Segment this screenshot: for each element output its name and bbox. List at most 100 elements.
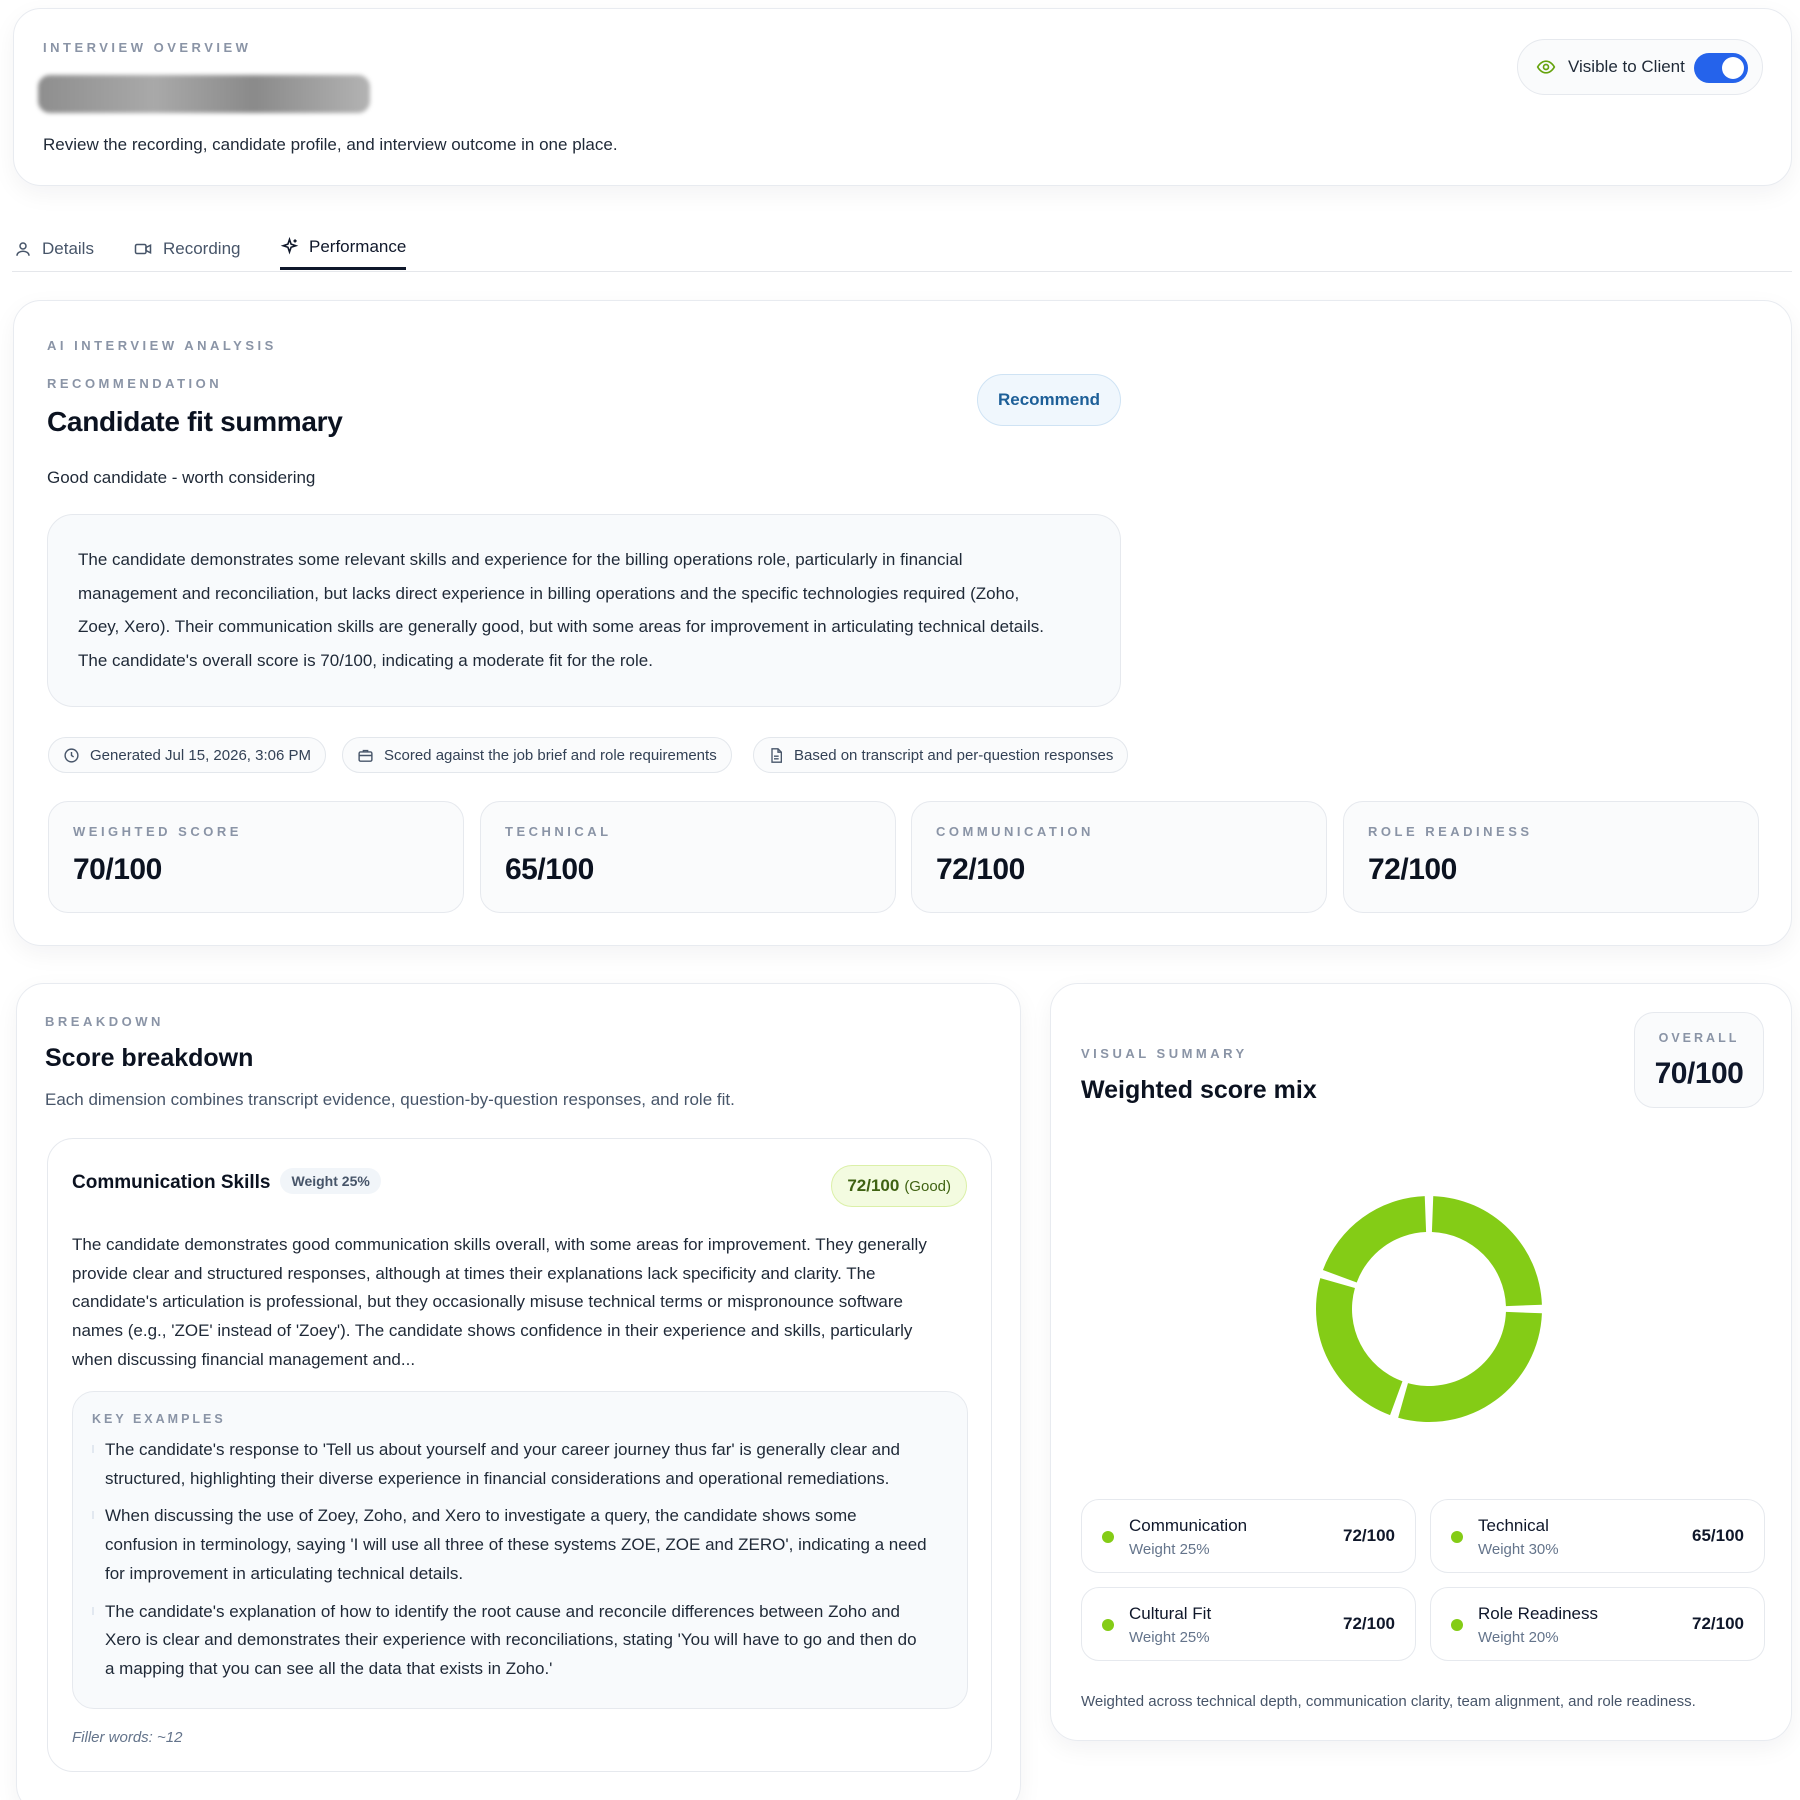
generated-chip: Generated Jul 15, 2026, 3:06 PM	[48, 737, 326, 773]
summary-line: Zoey, Xero). Their communication skills …	[78, 617, 1044, 636]
legend-score: 65/100	[1692, 1526, 1744, 1545]
summary-line: The candidate demonstrates some relevant…	[78, 550, 963, 569]
recommend-badge: Recommend	[977, 374, 1121, 426]
overall-value: 70/100	[1654, 1057, 1744, 1090]
legend-item-technical: Technical Weight 30% 65/100	[1430, 1499, 1765, 1573]
legend-item-communication: Communication Weight 25% 72/100	[1081, 1499, 1416, 1573]
visual-summary-eyebrow: VISUAL SUMMARY	[1081, 1046, 1248, 1061]
donut-slice-technical	[1398, 1311, 1542, 1422]
candidate-fit-title: Candidate fit summary	[47, 406, 343, 437]
role-readiness-score-value: 72/100	[1368, 853, 1457, 886]
role-readiness-score-label: ROLE READINESS	[1368, 824, 1533, 839]
overview-subtitle: Review the recording, candidate profile,…	[43, 135, 618, 154]
example-line: The candidate's response to 'Tell us abo…	[105, 1440, 901, 1459]
score-breakdown-title: Score breakdown	[45, 1044, 254, 1072]
communication-score-value: 72/100	[936, 853, 1025, 886]
scored-against-chip-label: Scored against the job brief and role re…	[384, 746, 717, 764]
tab-recording[interactable]: Recording	[133, 226, 241, 272]
generated-chip-label: Generated Jul 15, 2026, 3:06 PM	[90, 746, 311, 764]
dimension-text-line: The candidate demonstrates good communic…	[72, 1235, 927, 1254]
tab-bar: Details Recording Performance	[12, 226, 1792, 272]
tab-details-label: Details	[42, 239, 94, 258]
legend-dot	[1102, 1619, 1114, 1631]
example-line: a mapping that you can see all the data …	[105, 1658, 553, 1678]
example-line: structured, highlighting their diverse e…	[105, 1468, 890, 1488]
summary-box: The candidate demonstrates some relevant…	[47, 514, 1121, 707]
key-examples-box: KEY EXAMPLES The candidate's response to…	[72, 1391, 968, 1709]
dimension-score: 72/100	[847, 1176, 900, 1195]
legend-score: 72/100	[1692, 1614, 1744, 1633]
legend-item-role-readiness: Role Readiness Weight 20% 72/100	[1430, 1587, 1765, 1661]
legend-weight: Weight 25%	[1129, 1629, 1210, 1646]
tab-performance[interactable]: Performance	[280, 226, 407, 270]
visible-to-client-label: Visible to Client	[1568, 57, 1685, 76]
weighted-score-tile: WEIGHTED SCORE 70/100	[48, 801, 464, 913]
briefcase-icon	[358, 749, 373, 762]
user-icon	[16, 242, 30, 256]
dimension-text-line: provide clear and structured responses, …	[72, 1263, 876, 1283]
summary-line: management and reconciliation, but lacks…	[78, 583, 1020, 603]
based-on-chip-label: Based on transcript and per-question res…	[794, 746, 1114, 764]
recommendation-eyebrow: RECOMMENDATION	[47, 376, 223, 391]
technical-score-label: TECHNICAL	[505, 824, 612, 839]
tab-details[interactable]: Details	[14, 226, 94, 272]
tab-recording-label: Recording	[163, 239, 241, 258]
candidate-name-redacted	[38, 75, 370, 113]
key-examples-eyebrow: KEY EXAMPLES	[92, 1412, 226, 1426]
example-item: When discussing the use of Zoey, Zoho, a…	[92, 1502, 947, 1588]
dimension-description: The candidate demonstrates good communic…	[72, 1231, 962, 1375]
example-line: When discussing the use of Zoey, Zoho, a…	[105, 1506, 857, 1526]
dimension-score-badge: 72/100 (Good)	[831, 1165, 967, 1207]
dimension-text-line: when discussing financial management and…	[72, 1349, 416, 1369]
role-readiness-score-tile: ROLE READINESS 72/100	[1343, 801, 1759, 913]
legend-weight: Weight 20%	[1478, 1629, 1559, 1646]
legend-name: Technical	[1478, 1516, 1549, 1535]
legend-weight: Weight 25%	[1129, 1541, 1210, 1558]
visual-summary-footnote: Weighted across technical depth, communi…	[1081, 1693, 1696, 1710]
overall-score-box: OVERALL 70/100	[1634, 1012, 1764, 1108]
interview-overview-card: INTERVIEW OVERVIEW Review the recording,…	[13, 8, 1792, 186]
legend-score: 72/100	[1343, 1526, 1395, 1545]
technical-score-value: 65/100	[505, 853, 594, 886]
candidate-verdict: Good candidate - worth considering	[47, 468, 316, 487]
legend-score: 72/100	[1343, 1614, 1395, 1633]
technical-score-tile: TECHNICAL 65/100	[480, 801, 896, 913]
score-breakdown-card: BREAKDOWN Score breakdown Each dimension…	[16, 983, 1021, 1800]
communication-score-label: COMMUNICATION	[936, 824, 1094, 839]
breakdown-eyebrow: BREAKDOWN	[45, 1014, 164, 1029]
dimension-card-communication: Communication Skills Weight 25% 72/100 (Go…	[47, 1138, 992, 1772]
dimension-text-line: names (e.g., 'ZOE' instead of 'Zoey'). T…	[72, 1321, 913, 1341]
ai-analysis-card: AI INTERVIEW ANALYSIS RECOMMENDATION Can…	[13, 300, 1792, 946]
weighted-score-value: 70/100	[73, 853, 162, 886]
legend-dot	[1451, 1619, 1463, 1631]
visible-to-client-toggle[interactable]	[1694, 53, 1748, 83]
document-icon	[771, 747, 782, 763]
sparkles-icon	[280, 237, 299, 255]
visual-summary-card: VISUAL SUMMARY Weighted score mix OVERAL…	[1050, 983, 1792, 1741]
example-line: for improvement in articulating technica…	[105, 1563, 464, 1583]
dimension-name: Communication Skills	[72, 1172, 271, 1193]
legend-name: Communication	[1129, 1516, 1248, 1535]
overview-eyebrow: INTERVIEW OVERVIEW	[43, 40, 252, 55]
example-line: Xero is clear and demonstrates their exp…	[105, 1630, 917, 1650]
weighted-score-mix-title: Weighted score mix	[1081, 1076, 1317, 1104]
dimension-header: Communication Skills Weight 25%	[72, 1168, 381, 1194]
example-line: confusion in terminology, saying 'I will…	[105, 1535, 927, 1555]
visible-to-client-control[interactable]: Visible to Client	[1517, 39, 1763, 95]
video-icon	[134, 243, 152, 255]
summary-line: The candidate's overall score is 70/100,…	[78, 650, 653, 670]
weighted-score-donut	[1316, 1196, 1542, 1422]
dimension-text-line: candidate's articulation is professional…	[72, 1292, 903, 1312]
example-line: The candidate's explanation of how to id…	[105, 1601, 900, 1621]
donut-slice-cultural-fit	[1316, 1278, 1403, 1416]
legend-dot	[1451, 1531, 1463, 1543]
legend-weight: Weight 30%	[1478, 1541, 1559, 1558]
legend-dot	[1102, 1531, 1114, 1543]
example-item: The candidate's response to 'Tell us abo…	[92, 1436, 947, 1493]
clock-icon	[64, 747, 79, 763]
score-breakdown-description: Each dimension combines transcript evide…	[45, 1090, 735, 1109]
communication-score-tile: COMMUNICATION 72/100	[911, 801, 1327, 913]
example-item: The candidate's explanation of how to id…	[92, 1598, 947, 1684]
legend-name: Role Readiness	[1478, 1604, 1599, 1623]
dimension-quality: (Good)	[904, 1177, 951, 1195]
